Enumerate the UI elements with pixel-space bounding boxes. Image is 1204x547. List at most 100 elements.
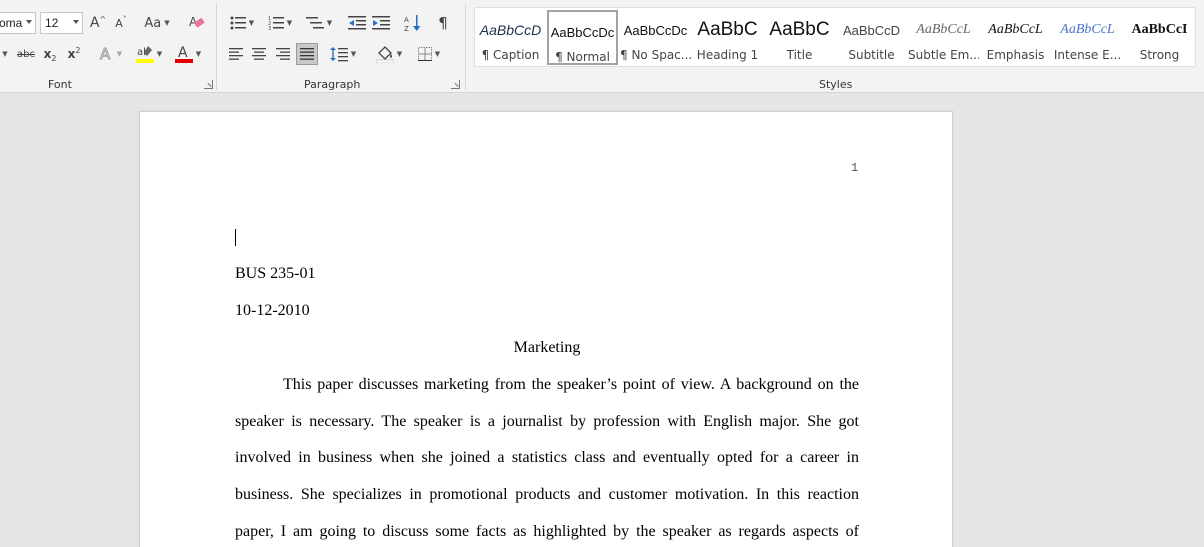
decrease-indent-icon [348, 16, 366, 30]
shading-button[interactable]: ▼ [372, 43, 406, 65]
chevron-down-icon: ▼ [248, 19, 255, 27]
sort-button[interactable]: A Z [402, 12, 424, 34]
style-heading-1[interactable]: AaBbC Heading 1 [692, 10, 763, 65]
align-left-button[interactable] [226, 43, 246, 65]
style-label: ¶ Caption [481, 48, 540, 62]
svg-text:A: A [100, 45, 111, 63]
increase-indent-button[interactable] [370, 12, 392, 34]
course-line: BUS 235-01 [235, 265, 316, 282]
bullet-list-icon [230, 16, 246, 30]
document-title: Marketing [513, 339, 581, 356]
subscript-button[interactable]: x2 [40, 43, 60, 65]
chevron-down-icon: ▼ [116, 50, 123, 58]
style-preview: AaBbCcI [1131, 22, 1188, 37]
line-spacing-icon [329, 47, 348, 62]
show-formatting-marks-button[interactable]: ¶ [432, 12, 454, 34]
style-caption[interactable]: AaBbCcD ¶ Caption [475, 10, 546, 65]
chevron-down-icon: ▼ [156, 50, 163, 58]
pilcrow-icon: ¶ [438, 14, 448, 32]
group-divider [216, 4, 217, 90]
style-label: Subtitle [848, 48, 895, 62]
clear-formatting-button[interactable]: A [186, 12, 208, 34]
styles-gallery-scrollbar[interactable] [1198, 7, 1204, 67]
document-page[interactable]: 1 BUS 235-01 10-12-2010 Marketing This p… [139, 111, 953, 547]
style-subtitle[interactable]: AaBbCcD Subtitle [836, 10, 907, 65]
align-right-icon [276, 48, 290, 60]
style-preview: AaBbCcL [988, 22, 1043, 37]
grow-font-button[interactable]: A ^ [89, 12, 107, 34]
style-no-spacing[interactable]: AaBbCcDc ¶ No Spac... [620, 10, 691, 65]
borders-button[interactable]: ▼ [412, 43, 446, 65]
superscript-button[interactable]: x2 [64, 43, 84, 65]
paragraph-dialog-launcher[interactable] [451, 80, 460, 89]
font-name-combo[interactable]: oma [0, 12, 36, 34]
ribbon: oma 12 A ^ A ˅ Aa ▼ A ▼ abc x2 x2 A ▼ ab… [0, 0, 1204, 93]
shrink-font-icon: A [115, 16, 123, 30]
body-line: speaker is necessary. The speaker is a j… [235, 413, 859, 430]
font-size-combo[interactable]: 12 [40, 12, 83, 34]
align-left-icon [229, 48, 243, 60]
style-label: Emphasis [986, 48, 1045, 62]
highlighter-icon: ab [135, 46, 154, 63]
highlight-color-button[interactable]: ab ▼ [132, 43, 166, 65]
align-center-button[interactable] [249, 43, 269, 65]
strikethrough-button[interactable]: abc [14, 43, 38, 65]
numbering-button[interactable]: 1 2 3 ▼ [264, 12, 296, 34]
bullets-button[interactable]: ▼ [226, 12, 258, 34]
justify-button[interactable] [296, 43, 318, 65]
text-effects-button[interactable]: A ▼ [94, 43, 126, 65]
increase-indent-icon [372, 16, 390, 30]
style-label: Title [786, 48, 813, 62]
style-label: Intense E... [1053, 48, 1122, 62]
group-divider [465, 4, 466, 90]
align-right-button[interactable] [273, 43, 293, 65]
style-label: Subtle Em... [908, 48, 979, 62]
chevron-down-icon: ▼ [286, 19, 293, 27]
style-strong[interactable]: AaBbCcI Strong [1124, 10, 1195, 65]
body-line: This paper discusses marketing from the … [283, 376, 859, 393]
page-number: 1 [851, 161, 859, 175]
font-dialog-launcher[interactable] [204, 80, 213, 89]
eraser-icon: A [189, 15, 205, 29]
highlight-color-swatch [135, 59, 154, 63]
style-preview: AaBbCcD [842, 22, 901, 38]
body-line: business. She specializes in promotional… [235, 486, 859, 503]
svg-text:Z: Z [404, 25, 409, 32]
chevron-down-icon: ▼ [434, 50, 441, 58]
paint-bucket-icon [375, 46, 394, 63]
justify-icon [300, 48, 314, 60]
font-size-value: 12 [45, 16, 59, 30]
font-color-icon: A [174, 45, 193, 63]
style-preview: AaBbCcDc [623, 22, 688, 38]
style-normal[interactable]: AaBbCcDc ¶ Normal [547, 10, 618, 65]
font-name-value: oma [0, 16, 23, 30]
font-group-label: Font [48, 78, 72, 91]
body-line: paper, I am going to discuss some facts … [235, 523, 859, 540]
chevron-down-icon [26, 20, 32, 24]
styles-gallery: AaBbCcD ¶ Caption AaBbCcDc ¶ Normal AaBb… [474, 7, 1196, 67]
style-title[interactable]: AaBbC Title [764, 10, 835, 65]
style-preview: AaBbC [697, 19, 758, 40]
shrink-font-button[interactable]: A ˅ [112, 12, 130, 34]
style-emphasis[interactable]: AaBbCcL Emphasis [980, 10, 1051, 65]
change-case-button[interactable]: Aa ▼ [140, 12, 174, 34]
style-preview: AaBbC [769, 19, 830, 40]
style-preview: AaBbCcDc [550, 24, 615, 40]
style-label: ¶ Normal [555, 50, 610, 64]
paragraph-group-label: Paragraph [304, 78, 361, 91]
svg-text:A: A [404, 16, 409, 24]
more-font-options-button[interactable]: ▼ [0, 43, 10, 65]
line-spacing-button[interactable]: ▼ [326, 43, 360, 65]
font-color-button[interactable]: A ▼ [170, 43, 206, 65]
change-case-icon: Aa [144, 15, 162, 31]
style-label: Heading 1 [696, 48, 759, 62]
chevron-down-icon: ▼ [195, 50, 202, 58]
style-label: ¶ No Spac... [620, 48, 691, 62]
style-intense-emphasis[interactable]: AaBbCcL Intense E... [1052, 10, 1123, 65]
decrease-indent-button[interactable] [346, 12, 368, 34]
font-color-swatch [174, 59, 193, 63]
style-subtle-emphasis[interactable]: AaBbCcL Subtle Em... [908, 10, 979, 65]
numbered-list-icon: 1 2 3 [268, 16, 284, 31]
multilevel-list-button[interactable]: ▼ [302, 12, 336, 34]
chevron-down-icon: ▼ [164, 19, 170, 27]
